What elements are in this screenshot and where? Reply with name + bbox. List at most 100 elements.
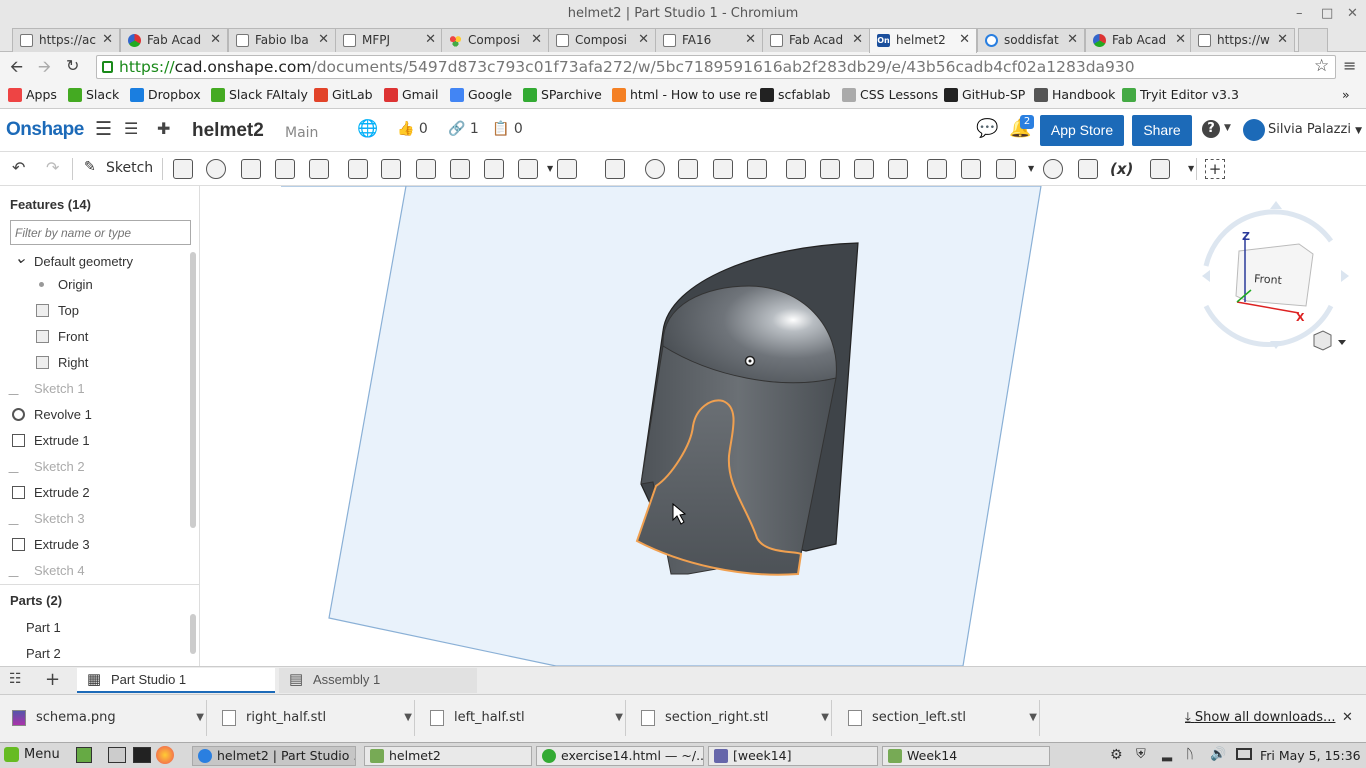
bookmark-item[interactable]: Apps [8,87,57,102]
close-tab-icon[interactable]: ✕ [959,29,970,51]
terminal-icon[interactable] [133,747,151,763]
branch-name[interactable]: Main [285,125,318,141]
volume-icon[interactable]: 🔊 [1210,747,1226,762]
mate-connector-icon[interactable] [961,159,981,179]
minimize-button[interactable]: – [1296,0,1303,27]
tab-part-studio-1[interactable]: ▦ Part Studio 1 [77,668,275,693]
feature-item-revolve-1[interactable]: Revolve 1 [10,407,92,422]
start-menu-button[interactable]: Menu [4,747,60,762]
globe-icon[interactable]: 🌐 [357,119,378,139]
graphics-viewport[interactable]: Z X Front [201,186,1366,666]
view-left-arrow-icon[interactable] [1202,270,1210,282]
boolean-icon[interactable] [645,159,665,179]
browser-tab[interactable]: https://w ✕ [1190,28,1295,52]
taskbar-window[interactable]: helmet2 [364,746,532,766]
browser-tab[interactable]: Composi ✕ [441,28,549,52]
download-item[interactable]: schema.png ▼ [0,700,207,736]
shield-icon[interactable]: ⛨ [1136,747,1146,762]
chamfer-icon[interactable] [381,159,401,179]
close-tab-icon[interactable]: ✕ [852,29,863,51]
tab-manager-icon[interactable]: ☷ [9,671,22,687]
close-tab-icon[interactable]: ✕ [1277,29,1288,51]
like-button[interactable]: 👍 0 [397,121,428,137]
close-tab-icon[interactable]: ✕ [425,29,436,51]
taskbar-window[interactable]: Week14 [882,746,1050,766]
hole-icon[interactable] [518,159,538,179]
view-cube-face-label[interactable]: Front [1254,272,1283,287]
clock[interactable]: Fri May 5, 15:36 [1260,748,1361,763]
close-downloads-button[interactable]: ✕ [1342,710,1353,725]
browser-tab[interactable]: soddisfat ✕ [977,28,1085,52]
copies-button[interactable]: 📋 0 [492,121,523,137]
browser-tab[interactable]: https://ac ✕ [12,28,120,52]
extrude-icon[interactable] [173,159,193,179]
bluetooth-icon[interactable]: ᚢ [1186,747,1194,762]
bookmark-item[interactable]: Google [450,87,512,102]
revolve-icon[interactable] [206,159,226,179]
shell-icon[interactable] [484,159,504,179]
bookmark-item[interactable]: Handbook [1034,87,1115,102]
browser-tab[interactable]: Fabio Iba ✕ [228,28,336,52]
chevron-down-icon[interactable]: ▼ [1188,164,1194,173]
bookmark-item[interactable]: html - How to use re [612,87,757,102]
taskbar-window[interactable]: [week14] [708,746,878,766]
browser-tab[interactable]: Fab Acad ✕ [762,28,870,52]
bookmark-item[interactable]: Tryit Editor v3.3 [1122,87,1239,102]
browser-tab[interactable]: Composi ✕ [548,28,656,52]
bookmark-item[interactable]: Slack FAItaly [211,87,308,102]
close-tab-icon[interactable]: ✕ [102,29,113,51]
feature-list-icon[interactable]: ☰ [124,119,138,138]
loft-icon[interactable] [275,159,295,179]
bookmark-item[interactable]: SParchive [523,87,602,102]
feature-item-default-geometry[interactable]: ⌄ Default geometry [10,250,133,269]
split-icon[interactable] [678,159,698,179]
download-item[interactable]: right_half.stl ▼ [210,700,415,736]
chevron-down-icon[interactable]: ▼ [196,700,204,736]
insert-icon[interactable]: ✚ [157,119,170,138]
plane-icon[interactable] [927,159,947,179]
help-icon[interactable]: ? [1202,120,1220,138]
chevron-down-icon[interactable]: ▼ [821,700,829,736]
transform-icon[interactable] [713,159,733,179]
download-item[interactable]: left_half.stl ▼ [418,700,626,736]
undo-icon[interactable]: ↶ [12,158,25,177]
add-custom-feature-icon[interactable]: + [1205,159,1225,179]
feature-list-scrollbar[interactable] [190,252,196,528]
part-item[interactable]: Part 1 [2,620,61,635]
view-right-arrow-icon[interactable] [1341,270,1349,282]
part-item[interactable]: Part 2 [2,646,61,661]
reload-icon[interactable]: ↻ [66,56,79,75]
chevron-down-icon[interactable]: ▼ [1028,164,1034,173]
share-button[interactable]: Share [1132,115,1192,146]
battery-icon[interactable] [1236,748,1252,760]
chevron-down-icon[interactable]: ▼ [1029,700,1037,736]
bookmark-item[interactable]: GitLab [314,87,373,102]
close-window-button[interactable]: ✕ [1347,0,1358,27]
bookmark-star-icon[interactable]: ☆ [1314,56,1329,76]
maximize-button[interactable]: □ [1321,0,1333,27]
user-menu[interactable]: Silvia Palazzi ▼ [1243,119,1362,141]
close-tab-icon[interactable]: ✕ [531,29,542,51]
taskbar-window[interactable]: exercise14.html — ~/... [536,746,704,766]
feature-item-front[interactable]: Front [34,329,88,344]
parts-scrollbar[interactable] [190,614,196,654]
wrap-icon[interactable] [1078,159,1098,179]
hamburger-menu-icon[interactable]: ☰ [95,118,112,140]
feature-item-sketch-4[interactable]: Sketch 4 [8,563,85,578]
render-mode-chevron-down-icon[interactable] [1338,340,1346,345]
url-field[interactable]: https://cad.onshape.com/documents/5497d8… [96,55,1336,79]
comments-icon[interactable]: 💬 [976,118,998,139]
browser-tab[interactable]: Fab Acad ✕ [1085,28,1193,52]
feature-item-right[interactable]: Right [34,355,88,370]
sketch-button[interactable]: ✎ Sketch [84,159,153,176]
feature-item-extrude-2[interactable]: Extrude 2 [10,485,90,500]
show-all-downloads-link[interactable]: ⤓ Show all downloads... [1185,710,1335,725]
variable-icon[interactable]: (x) [1110,160,1133,178]
render-mode-icon[interactable] [1313,330,1332,351]
onshape-logo[interactable]: Onshape [6,119,84,141]
browser-tab[interactable]: FA16 ✕ [655,28,763,52]
bookmark-item[interactable]: Gmail [384,87,438,102]
new-tab-button[interactable] [1298,28,1328,52]
delete-face-icon[interactable] [820,159,840,179]
links-button[interactable]: 🔗 1 [448,121,479,137]
